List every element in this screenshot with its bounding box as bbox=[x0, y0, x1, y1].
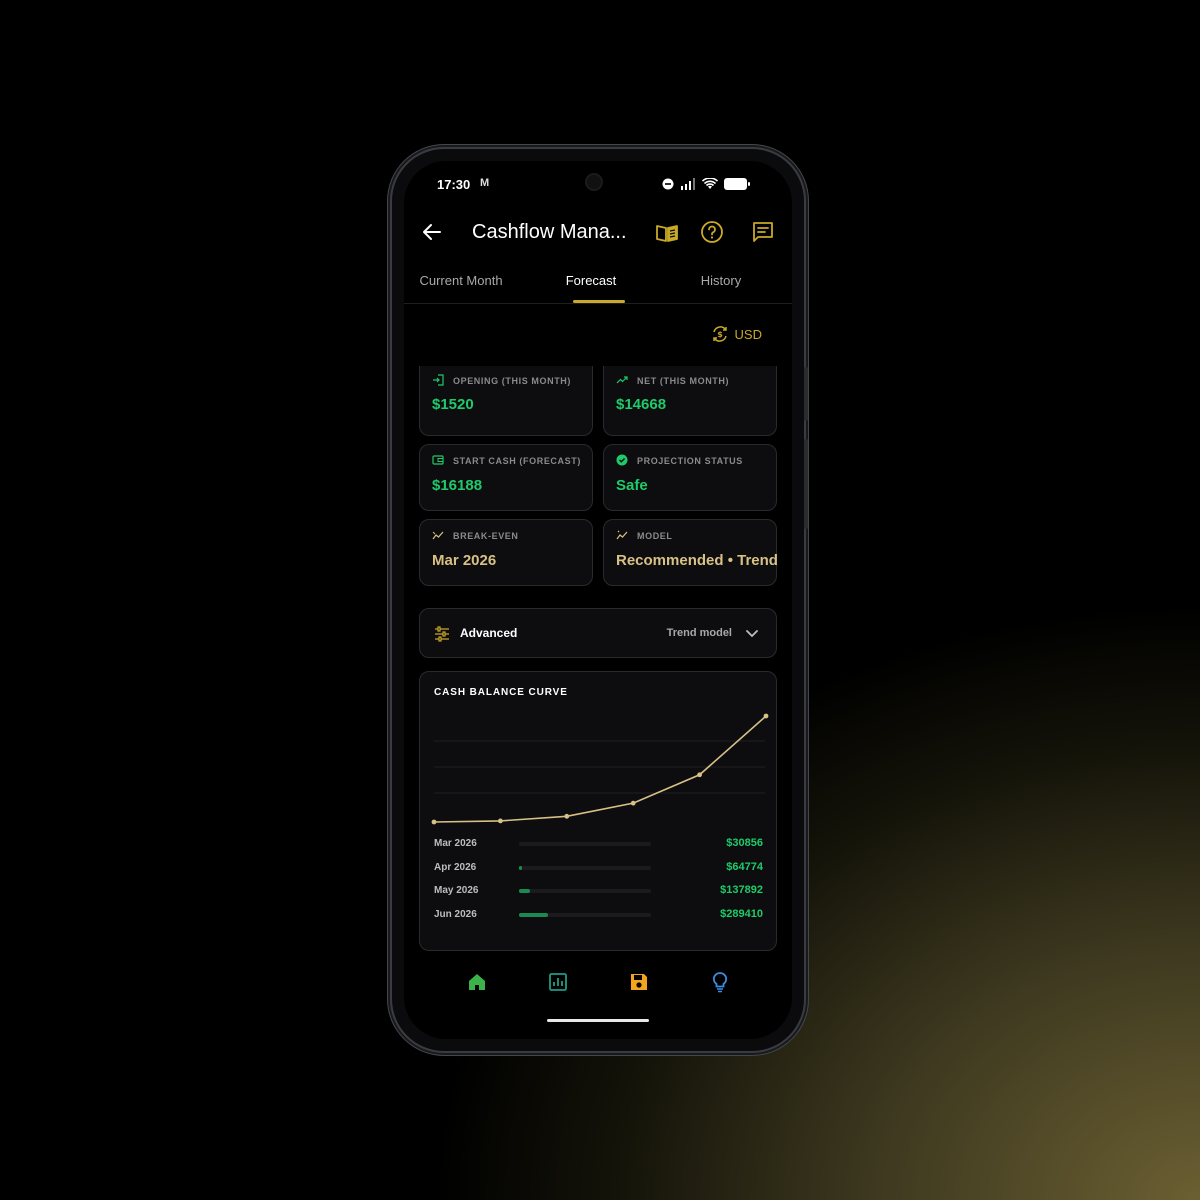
battery-icon bbox=[724, 178, 750, 190]
svg-text:$: $ bbox=[717, 330, 723, 339]
balance-point bbox=[697, 772, 702, 778]
row-value: $137892 bbox=[720, 884, 763, 896]
opening-card: OPENING (THIS MONTH) $1520 bbox=[419, 366, 593, 436]
currency-label: USD bbox=[734, 326, 762, 342]
break-even-label: BREAK-EVEN bbox=[453, 531, 519, 541]
break-even-value: Mar 2026 bbox=[432, 552, 497, 569]
home-indicator[interactable] bbox=[547, 1019, 649, 1022]
save-icon[interactable] bbox=[628, 971, 650, 993]
status-time: 17:30 bbox=[437, 177, 471, 192]
cash-balance-chart bbox=[431, 713, 769, 825]
login-icon bbox=[433, 374, 444, 386]
phone-frame: 17:30 M Cashflow Mana... Current Month F… bbox=[392, 149, 808, 1051]
balance-point bbox=[763, 713, 769, 719]
row-bar-track bbox=[519, 913, 651, 917]
trending-up-icon bbox=[616, 376, 628, 384]
balance-point bbox=[630, 800, 636, 806]
chart-title: CASH BALANCE CURVE bbox=[434, 687, 568, 698]
chart-line-icon bbox=[432, 531, 444, 540]
net-label: NET (THIS MONTH) bbox=[637, 376, 730, 386]
row-month: Mar 2026 bbox=[434, 838, 477, 849]
opening-label: OPENING (THIS MONTH) bbox=[453, 376, 571, 386]
opening-value: $1520 bbox=[432, 396, 474, 413]
start-cash-label: START CASH (FORECAST) bbox=[453, 456, 581, 466]
model-value: Recommended • Trend bbox=[616, 552, 778, 569]
advanced-toggle[interactable]: Advanced Trend model bbox=[419, 608, 777, 658]
row-month: May 2026 bbox=[434, 885, 479, 896]
projection-value: Safe bbox=[616, 477, 648, 494]
row-bar-fill bbox=[519, 866, 523, 870]
row-month: Jun 2026 bbox=[434, 909, 477, 920]
tab-current-month[interactable]: Current Month bbox=[404, 273, 526, 288]
volume-button bbox=[804, 367, 808, 421]
start-cash-card: START CASH (FORECAST) $16188 bbox=[419, 444, 593, 511]
row-bar-fill bbox=[519, 913, 549, 917]
wifi-icon bbox=[702, 178, 718, 189]
notification-icon: M bbox=[480, 177, 490, 189]
advanced-label: Advanced bbox=[460, 626, 518, 640]
front-camera bbox=[587, 175, 601, 189]
currency-exchange-icon: $ bbox=[712, 326, 727, 342]
tab-history[interactable]: History bbox=[656, 273, 786, 288]
phone-screen: 17:30 M Cashflow Mana... Current Month F… bbox=[404, 161, 792, 1039]
help-circle-icon[interactable] bbox=[699, 219, 725, 245]
row-value: $289410 bbox=[720, 908, 763, 920]
balance-point bbox=[564, 813, 570, 819]
row-value: $64774 bbox=[726, 861, 763, 873]
bottom-nav bbox=[404, 951, 792, 1039]
model-card: MODEL Recommended • Trend bbox=[603, 519, 778, 586]
message-icon[interactable] bbox=[750, 219, 776, 245]
projection-card: PROJECTION STATUS Safe bbox=[603, 444, 777, 511]
balance-point bbox=[498, 818, 503, 824]
trend-model-label: Trend model bbox=[666, 627, 732, 639]
start-cash-value: $16188 bbox=[432, 477, 483, 494]
balance-line bbox=[433, 715, 767, 823]
book-open-icon[interactable] bbox=[654, 219, 680, 245]
balance-point bbox=[431, 819, 437, 825]
row-month: Apr 2026 bbox=[434, 862, 477, 873]
row-bar-track bbox=[519, 842, 651, 846]
row-bar-track bbox=[519, 866, 651, 870]
lightbulb-icon[interactable] bbox=[709, 971, 731, 993]
back-arrow-icon[interactable] bbox=[420, 220, 444, 244]
break-even-card: BREAK-EVEN Mar 2026 bbox=[419, 519, 593, 586]
status-icons bbox=[662, 178, 750, 190]
verified-icon bbox=[616, 454, 628, 466]
net-value: $14668 bbox=[616, 396, 667, 413]
power-button bbox=[804, 439, 808, 529]
row-value: $30856 bbox=[726, 837, 763, 849]
page-title: Cashflow Mana... bbox=[472, 221, 627, 243]
auto-graph-icon bbox=[616, 530, 628, 540]
row-bar-fill bbox=[519, 889, 531, 893]
sliders-icon bbox=[435, 626, 449, 642]
tab-forecast[interactable]: Forecast bbox=[526, 273, 656, 288]
chart-icon[interactable] bbox=[547, 971, 569, 993]
chevron-down-icon[interactable] bbox=[745, 628, 759, 640]
dnd-icon bbox=[662, 178, 674, 190]
tab-divider bbox=[404, 303, 792, 304]
currency-selector[interactable]: $ USD bbox=[711, 325, 762, 343]
signal-icon bbox=[681, 178, 695, 190]
home-icon[interactable] bbox=[466, 971, 488, 993]
row-bar-track bbox=[519, 889, 651, 893]
net-card: NET (THIS MONTH) $14668 bbox=[603, 366, 777, 436]
model-label: MODEL bbox=[637, 531, 673, 541]
wallet-icon bbox=[432, 455, 444, 465]
projection-label: PROJECTION STATUS bbox=[637, 456, 743, 466]
cash-balance-card: CASH BALANCE CURVE Mar 2026 $30856 Apr 2… bbox=[419, 671, 777, 951]
